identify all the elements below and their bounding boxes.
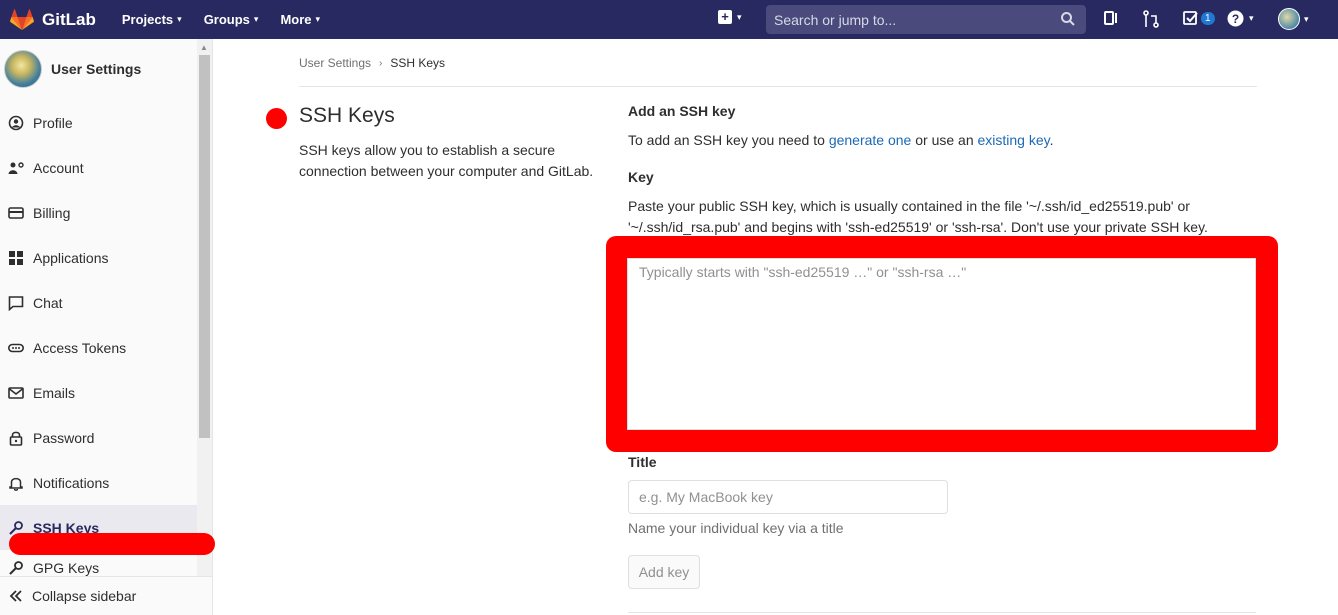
collapse-sidebar-label: Collapse sidebar [32,588,137,604]
annotation-dot [266,108,287,129]
nav-more-label: More [280,12,312,27]
instructions-text: To add an SSH key you need to [628,132,829,148]
key-icon [8,560,24,576]
search-placeholder: Search or jump to... [774,11,897,28]
key-help-text: Paste your public SSH key, which is usua… [628,198,1208,235]
help-button[interactable]: ? ▾ [1227,10,1254,27]
issues-icon[interactable] [1103,10,1119,26]
nav-more[interactable]: More ▾ [280,12,320,27]
sidebar-title: User Settings [51,61,142,77]
chevron-down-icon: ▾ [737,11,742,22]
sidebar-item-label: Password [33,429,95,446]
nav-projects[interactable]: Projects ▾ [122,12,182,27]
merge-requests-icon[interactable] [1143,10,1159,28]
key-placeholder: Typically starts with "ssh-ed25519 …" or… [639,264,967,280]
sidebar-item-label: Emails [33,384,76,401]
chevron-down-icon: ▾ [253,14,259,24]
add-key-instructions: To add an SSH key you need to generate o… [628,130,1054,151]
nav-groups-label: Groups [203,12,250,27]
sidebar-item-account[interactable]: Account [0,145,197,190]
sidebar-item-label: GPG Keys [33,560,100,576]
notifications-icon [8,475,24,491]
sidebar-scrollbar[interactable]: ▲ [197,39,212,576]
sidebar-item-emails[interactable]: Emails [0,370,197,415]
settings-sidebar: User Settings Profile Account Billing Ap… [0,39,213,615]
sidebar-item-label: Notifications [33,474,110,491]
existing-key-link[interactable]: existing key [978,132,1050,148]
key-textarea[interactable]: Typically starts with "ssh-ed25519 …" or… [627,258,1256,430]
sidebar-item-billing[interactable]: Billing [0,190,197,235]
profile-icon [8,115,24,131]
svg-text:?: ? [1232,12,1239,26]
applications-icon [8,250,24,266]
search-input[interactable]: Search or jump to... [766,5,1086,34]
scroll-up-arrow-icon[interactable]: ▲ [200,43,208,52]
divider [628,612,1256,613]
top-navbar: GitLab Projects ▾ Groups ▾ More ▾ + ▾ Searc… [0,0,1338,39]
chevron-down-icon: ▾ [315,14,321,24]
title-hint: Name your individual key via a title [628,520,844,536]
chevron-right-icon: › [379,57,383,69]
sidebar-item-label: Applications [33,249,109,266]
scrollbar-thumb[interactable] [199,55,210,438]
todo-check-icon [1183,11,1198,25]
avatar [4,50,42,88]
sidebar-item-label: Billing [33,204,71,221]
access-tokens-icon [8,340,24,356]
gitlab-logo[interactable]: GitLab [10,8,96,31]
plus-icon: + [718,10,732,24]
breadcrumb-current[interactable]: SSH Keys [390,56,445,70]
nav-groups[interactable]: Groups ▾ [204,12,259,27]
sidebar-item-password[interactable]: Password [0,415,197,460]
add-key-heading: Add an SSH key [628,103,736,119]
brand-name: GitLab [42,9,96,29]
user-avatar [1278,8,1300,30]
billing-icon [8,205,24,221]
account-icon [8,160,24,176]
collapse-sidebar-button[interactable]: Collapse sidebar [0,576,212,615]
emails-icon [8,385,24,401]
sidebar-item-chat[interactable]: Chat [0,280,197,325]
key-label: Key [628,169,654,185]
sidebar-header[interactable]: User Settings [0,39,197,99]
sidebar-item-label: Account [33,159,84,176]
divider [299,86,1257,87]
user-menu-button[interactable]: ▾ [1278,8,1309,30]
sidebar-item-notifications[interactable]: Notifications [0,460,197,505]
todo-count-badge: 1 [1201,11,1215,25]
sidebar-item-label: Chat [33,294,63,311]
sidebar-item-profile[interactable]: Profile [0,100,197,145]
help-icon: ? [1227,10,1244,27]
nav-projects-label: Projects [121,12,174,27]
instructions-text: or use an [911,132,978,148]
password-icon [8,430,24,446]
annotation-underline [9,533,215,555]
chat-icon [8,295,24,311]
gitlab-tanuki-icon [10,8,34,30]
generate-one-link[interactable]: generate one [829,132,912,148]
section-description: SSH keys allow you to establish a secure… [299,142,594,179]
page-title: SSH Keys [299,104,395,127]
sidebar-item-label: Access Tokens [33,339,127,356]
sidebar-item-access-tokens[interactable]: Access Tokens [0,325,197,370]
todos-button[interactable]: 1 [1183,10,1215,26]
instructions-text: . [1049,132,1054,148]
new-dropdown-button[interactable]: + ▾ [718,10,742,24]
title-input[interactable]: e.g. My MacBook key [628,480,948,514]
breadcrumb-parent[interactable]: User Settings [299,56,371,70]
chevron-down-icon: ▾ [177,14,182,24]
chevron-down-icon: ▾ [1249,13,1254,23]
sidebar-item-applications[interactable]: Applications [0,235,197,280]
title-placeholder: e.g. My MacBook key [639,489,773,505]
double-chevron-left-icon [9,589,23,603]
sidebar-item-label: Profile [33,114,73,131]
search-icon [1061,12,1075,26]
add-key-button[interactable]: Add key [628,555,700,589]
chevron-down-icon: ▾ [1304,13,1309,24]
breadcrumb: User Settings › SSH Keys [299,56,445,70]
title-label: Title [628,454,657,470]
